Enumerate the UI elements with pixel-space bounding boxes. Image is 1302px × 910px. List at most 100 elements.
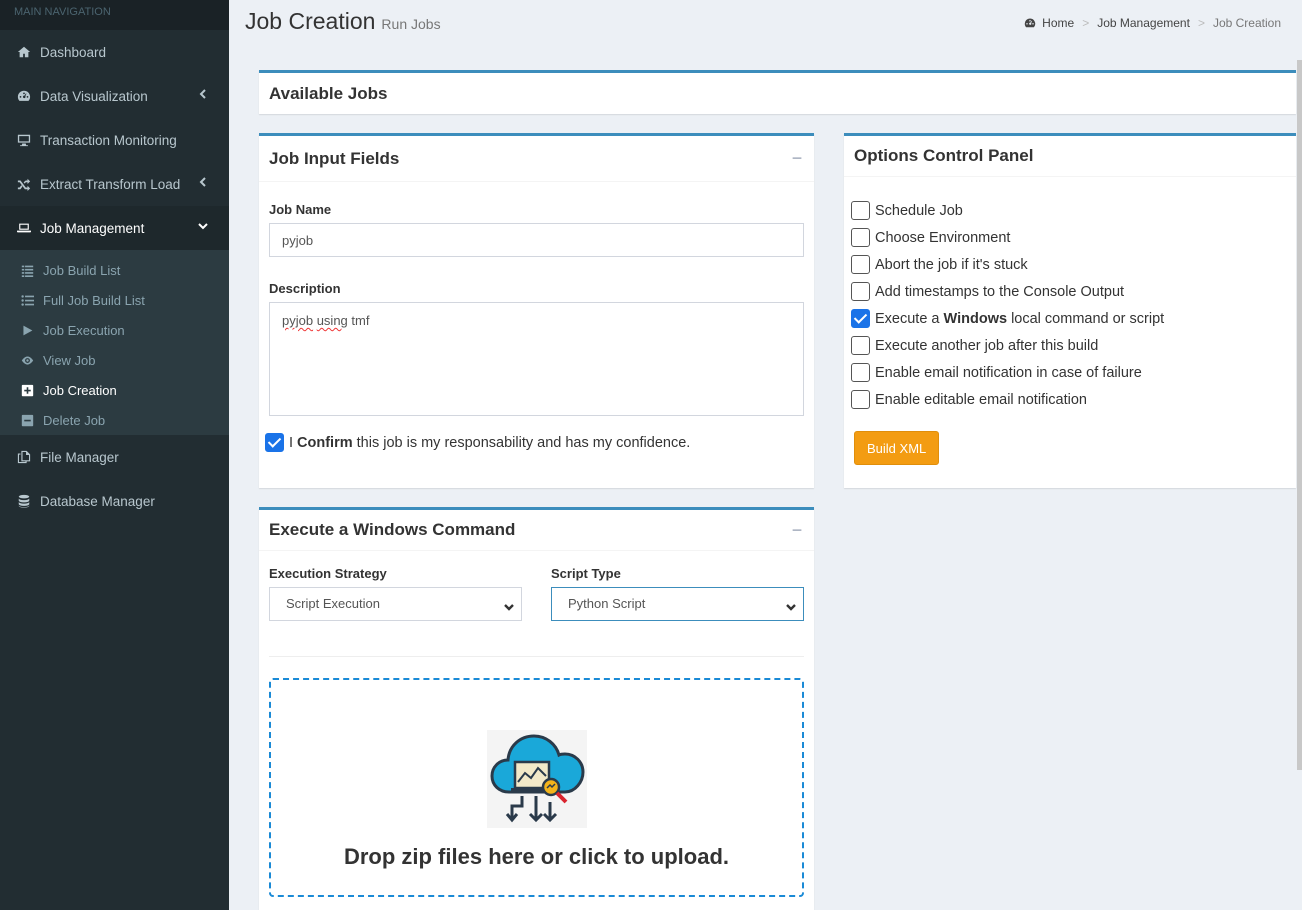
list-ul-icon	[19, 294, 35, 307]
confirm-row: I Confirm this job is my responsability …	[265, 433, 690, 452]
sidebar: MAIN NAVIGATION Dashboard Data Visualiza…	[0, 0, 229, 910]
option-execute-another-job[interactable]: Execute another job after this build	[851, 332, 1164, 359]
option-add-timestamps[interactable]: Add timestamps to the Console Output	[851, 278, 1164, 305]
play-icon	[19, 324, 35, 337]
list-icon	[19, 264, 35, 277]
option-checkbox[interactable]	[851, 282, 870, 301]
cloud-upload-icon	[486, 730, 587, 828]
option-email-failure[interactable]: Enable email notification in case of fai…	[851, 359, 1164, 386]
breadcrumb: Home > Job Management > Job Creation	[1024, 16, 1281, 30]
sidebar-item-label: Database Manager	[40, 493, 155, 509]
script-type-select[interactable]: Python Script	[551, 587, 804, 621]
collapse-button[interactable]: −	[790, 148, 804, 169]
sidebar-item-database-manager[interactable]: Database Manager	[0, 479, 229, 523]
home-icon	[16, 45, 32, 59]
description-field[interactable]: pyjob using tmf	[269, 302, 804, 416]
sidebar-subitem-delete-job[interactable]: Delete Job	[0, 405, 229, 435]
dropzone-text: Drop zip files here or click to upload.	[343, 844, 730, 869]
dashboard-icon	[16, 89, 32, 103]
database-icon	[16, 494, 32, 508]
breadcrumb-separator: >	[1082, 16, 1090, 30]
option-checkbox[interactable]	[851, 390, 870, 409]
option-abort-stuck[interactable]: Abort the job if it's stuck	[851, 251, 1164, 278]
sidebar-item-job-management[interactable]: Job Management	[0, 206, 229, 250]
dashboard-icon	[1024, 18, 1036, 28]
build-xml-button[interactable]: Build XML	[854, 431, 940, 465]
chevron-left-icon	[197, 176, 211, 190]
script-type-label: Script Type	[551, 566, 621, 581]
script-type-select-wrap: Python Script	[551, 587, 804, 621]
chevron-left-icon	[197, 88, 211, 102]
sidebar-subitem-job-build-list[interactable]: Job Build List	[0, 255, 229, 285]
sidebar-item-label: Data Visualization	[40, 88, 148, 104]
strategy-select-wrap: Script Execution	[269, 587, 522, 621]
sidebar-subitem-label: Full Job Build List	[43, 292, 145, 308]
option-checkbox[interactable]	[851, 201, 870, 220]
sidebar-subitem-view-job[interactable]: View Job	[0, 345, 229, 375]
strategy-label: Execution Strategy	[269, 566, 387, 581]
page-scrollbar[interactable]	[1297, 60, 1302, 770]
desktop-icon	[16, 133, 32, 147]
option-choose-environment[interactable]: Choose Environment	[851, 224, 1164, 251]
option-checkbox[interactable]	[851, 336, 870, 355]
sidebar-item-label: Transaction Monitoring	[40, 132, 177, 148]
breadcrumb-home[interactable]: Home	[1042, 16, 1074, 30]
eye-icon	[19, 354, 35, 367]
option-checkbox[interactable]	[851, 255, 870, 274]
page-subtitle: Run Jobs	[381, 16, 441, 32]
laptop-icon	[16, 221, 32, 235]
available-jobs-box: Available Jobs	[259, 70, 1296, 114]
execution-strategy-select[interactable]: Script Execution	[269, 587, 522, 621]
breadcrumb-job-management[interactable]: Job Management	[1097, 16, 1190, 30]
options-panel-header: Options Control Panel	[844, 136, 1296, 177]
option-editable-email[interactable]: Enable editable email notification	[851, 386, 1164, 413]
sidebar-subitem-label: Delete Job	[43, 412, 106, 428]
script-type-group: Script Type Python Script	[551, 566, 804, 621]
confirm-text: this job is my responsability and has my…	[356, 434, 691, 451]
sidebar-subitem-full-job-build-list[interactable]: Full Job Build List	[0, 285, 229, 315]
job-name-field[interactable]	[269, 223, 804, 257]
description-group: Description pyjob using tmf	[269, 281, 804, 416]
sidebar-subitem-label: Job Build List	[43, 262, 121, 278]
sidebar-item-file-manager[interactable]: File Manager	[0, 435, 229, 479]
windows-command-title: Execute a Windows Command	[269, 520, 516, 539]
option-checkbox[interactable]	[851, 363, 870, 382]
job-name-group: Job Name	[269, 202, 804, 257]
options-panel-box: Options Control Panel Schedule Job Choos…	[844, 133, 1296, 488]
windows-command-box: Execute a Windows Command − Execution St…	[259, 507, 814, 910]
page-title-text: Job Creation	[245, 8, 376, 34]
chevron-down-icon	[197, 220, 211, 234]
sidebar-item-etl[interactable]: Extract Transform Load	[0, 162, 229, 206]
option-checkbox[interactable]	[851, 228, 870, 247]
option-checkbox[interactable]	[851, 309, 870, 328]
option-schedule-job[interactable]: Schedule Job	[851, 197, 1164, 224]
description-label: Description	[269, 281, 341, 296]
sidebar-header: MAIN NAVIGATION	[0, 0, 229, 30]
sidebar-item-transaction-monitoring[interactable]: Transaction Monitoring	[0, 118, 229, 162]
copy-icon	[16, 450, 32, 464]
sidebar-item-label: File Manager	[40, 449, 119, 465]
available-jobs-title: Available Jobs	[269, 83, 388, 103]
sidebar-item-label: Extract Transform Load	[40, 176, 181, 192]
sidebar-subitem-job-execution[interactable]: Job Execution	[0, 315, 229, 345]
breadcrumb-current: Job Creation	[1212, 16, 1281, 30]
sidebar-item-data-visualization[interactable]: Data Visualization	[0, 74, 229, 118]
available-jobs-header: Available Jobs	[259, 73, 1296, 114]
job-name-label: Job Name	[269, 202, 332, 217]
collapse-button[interactable]: −	[790, 520, 804, 541]
sidebar-item-label: Job Management	[40, 220, 145, 236]
options-panel-title: Options Control Panel	[854, 146, 1034, 165]
job-input-title: Job Input Fields	[269, 148, 400, 168]
sidebar-subitem-job-creation[interactable]: Job Creation	[0, 375, 229, 405]
breadcrumb-separator: >	[1197, 16, 1205, 30]
divider	[269, 656, 804, 657]
sidebar-item-dashboard[interactable]: Dashboard	[0, 30, 229, 74]
sidebar-subitem-label: Job Execution	[43, 322, 125, 338]
confirm-checkbox[interactable]	[265, 433, 284, 452]
page-title: Job Creation Run Jobs	[245, 8, 441, 35]
strategy-group: Execution Strategy Script Execution	[269, 566, 522, 621]
job-input-header: Job Input Fields −	[259, 136, 814, 182]
file-dropzone[interactable]: Drop zip files here or click to upload.	[269, 678, 804, 897]
job-management-submenu: Job Build List Full Job Build List Job E…	[0, 250, 229, 435]
option-execute-windows[interactable]: Execute a Windows local command or scrip…	[851, 305, 1164, 332]
